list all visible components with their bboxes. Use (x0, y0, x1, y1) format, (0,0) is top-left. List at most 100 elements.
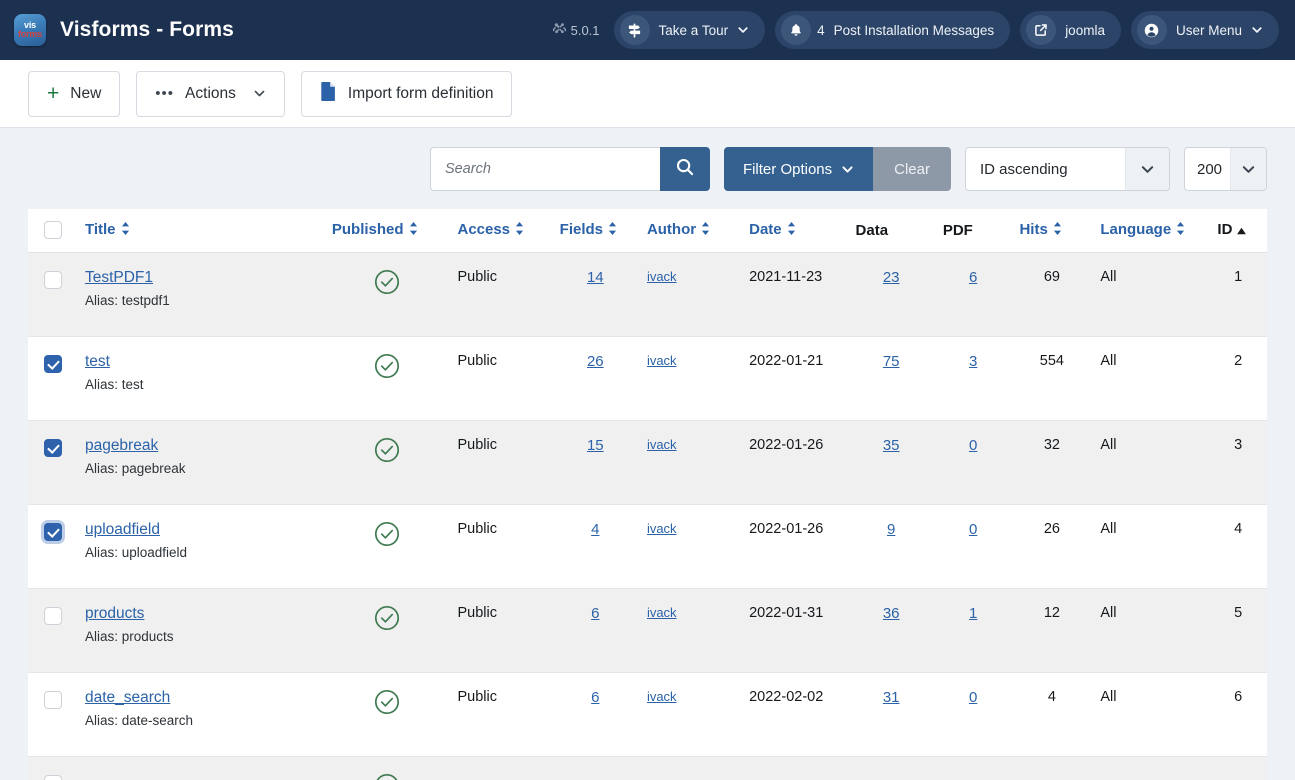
chevron-down-icon (1230, 148, 1266, 190)
row-checkbox[interactable] (44, 355, 62, 373)
view-site-button[interactable]: joomla (1020, 11, 1121, 49)
published-check-icon[interactable] (374, 773, 400, 780)
row-id-cell-value: 2 (1234, 353, 1242, 369)
row-author-link[interactable]: ivack (647, 353, 677, 368)
row-data-cell: 35 (848, 421, 935, 505)
row-author-link[interactable]: ivack (647, 269, 677, 284)
form-title-link[interactable]: date_search (85, 689, 170, 706)
column-header-published[interactable]: Published (324, 209, 450, 253)
published-check-icon[interactable] (374, 437, 400, 467)
admin-header: vis forms Visforms - Forms 5.0.1 Take a … (0, 0, 1295, 60)
sort-ascending-icon (1236, 222, 1247, 239)
row-date-cell-value: 2022-01-26 (749, 521, 823, 537)
row-pdf-cell-link[interactable]: 0 (969, 437, 977, 454)
row-pdf-cell-link[interactable]: 1 (969, 605, 977, 622)
row-checkbox[interactable] (44, 523, 62, 541)
column-header-author[interactable]: Author (639, 209, 741, 253)
row-author-cell (639, 757, 741, 780)
row-fields-cell-link[interactable]: 4 (591, 521, 599, 538)
row-hits-cell: 69 (1011, 253, 1092, 337)
import-form-definition-button[interactable]: Import form definition (301, 71, 513, 117)
row-fields-cell-link[interactable]: 14 (587, 269, 604, 286)
row-data-cell-link[interactable]: 23 (883, 269, 900, 286)
row-published-cell[interactable] (324, 673, 450, 757)
row-date-cell: 2022-01-31 (741, 589, 847, 673)
row-data-cell-link[interactable]: 31 (883, 689, 900, 706)
published-check-icon[interactable] (374, 353, 400, 383)
column-header-id[interactable]: ID (1209, 209, 1267, 253)
row-pdf-cell-link[interactable]: 3 (969, 353, 977, 370)
row-checkbox[interactable] (44, 439, 62, 457)
row-published-cell[interactable] (324, 421, 450, 505)
row-id-cell: 2 (1209, 337, 1267, 421)
row-author-link[interactable]: ivack (647, 437, 677, 452)
actions-button[interactable]: ••• Actions (136, 71, 285, 117)
new-button-label: New (70, 85, 101, 103)
row-data-cell-link[interactable]: 36 (883, 605, 900, 622)
row-title-cell: testAlias: test (77, 337, 324, 421)
column-label-pdf: PDF (943, 222, 973, 239)
bell-icon (781, 15, 811, 45)
form-title-link[interactable]: TestPDF1 (85, 269, 153, 286)
sort-order-select[interactable]: ID ascending (965, 147, 1170, 191)
column-header-date[interactable]: Date (741, 209, 847, 253)
row-fields-cell-link[interactable]: 6 (591, 605, 599, 622)
actions-button-label: Actions (185, 85, 236, 103)
select-all-checkbox[interactable] (44, 221, 62, 239)
form-title-link[interactable]: pagebreak (85, 437, 158, 454)
row-checkbox[interactable] (44, 775, 62, 780)
table-row (28, 757, 1267, 780)
row-author-link[interactable]: ivack (647, 521, 677, 536)
row-select-cell (28, 505, 77, 589)
clear-filters-button[interactable]: Clear (873, 147, 951, 191)
row-pdf-cell-link[interactable]: 0 (969, 521, 977, 538)
take-a-tour-button[interactable]: Take a Tour (614, 11, 766, 49)
filter-bar: Filter Options Clear ID ascending 200 (0, 128, 1295, 209)
published-check-icon[interactable] (374, 689, 400, 719)
row-data-cell-link[interactable]: 75 (883, 353, 900, 370)
form-title-link[interactable]: uploadfield (85, 521, 160, 538)
row-data-cell-link[interactable]: 9 (887, 521, 895, 538)
filter-options-button[interactable]: Filter Options (724, 147, 873, 191)
row-published-cell[interactable] (324, 337, 450, 421)
row-checkbox[interactable] (44, 271, 62, 289)
column-header-access[interactable]: Access (449, 209, 551, 253)
list-limit-select[interactable]: 200 (1184, 147, 1267, 191)
row-fields-cell: 15 (552, 421, 639, 505)
published-check-icon[interactable] (374, 269, 400, 299)
row-checkbox[interactable] (44, 607, 62, 625)
new-button[interactable]: + New (28, 71, 120, 117)
published-check-icon[interactable] (374, 521, 400, 551)
column-header-fields[interactable]: Fields (552, 209, 639, 253)
column-header-title[interactable]: Title (77, 209, 324, 253)
column-label-access: Access (457, 221, 510, 238)
form-title-link[interactable]: products (85, 605, 144, 622)
row-select-cell (28, 253, 77, 337)
row-fields-cell-link[interactable]: 15 (587, 437, 604, 454)
column-header-language[interactable]: Language (1092, 209, 1209, 253)
row-author-link[interactable]: ivack (647, 605, 677, 620)
row-data-cell-link[interactable]: 35 (883, 437, 900, 454)
user-menu-label: User Menu (1176, 23, 1242, 38)
row-fields-cell-link[interactable]: 26 (587, 353, 604, 370)
visforms-logo-icon: vis forms (14, 14, 46, 46)
row-published-cell[interactable] (324, 589, 450, 673)
post-installation-messages-button[interactable]: 4 Post Installation Messages (775, 11, 1010, 49)
form-title-link[interactable]: test (85, 353, 110, 370)
published-check-icon[interactable] (374, 605, 400, 635)
row-id-cell: 6 (1209, 673, 1267, 757)
user-menu-button[interactable]: User Menu (1131, 11, 1279, 49)
row-published-cell[interactable] (324, 253, 450, 337)
row-pdf-cell-link[interactable]: 6 (969, 269, 977, 286)
search-button[interactable] (660, 147, 710, 191)
column-header-hits[interactable]: Hits (1011, 209, 1092, 253)
row-published-cell[interactable] (324, 505, 450, 589)
row-fields-cell-link[interactable]: 6 (591, 689, 599, 706)
row-checkbox[interactable] (44, 691, 62, 709)
row-fields-cell: 6 (552, 589, 639, 673)
search-input[interactable] (430, 147, 660, 191)
row-author-link[interactable]: ivack (647, 689, 677, 704)
external-link-icon (1026, 15, 1056, 45)
row-published-cell[interactable] (324, 757, 450, 780)
row-pdf-cell-link[interactable]: 0 (969, 689, 977, 706)
